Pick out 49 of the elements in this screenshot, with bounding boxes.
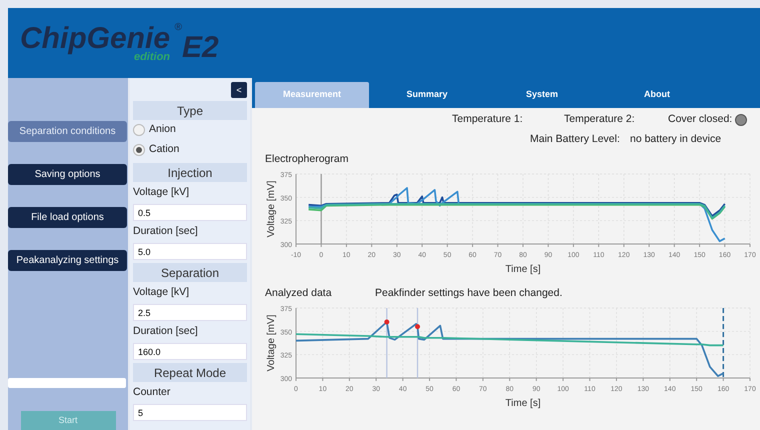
marker-line: [320, 174, 322, 244]
x-axis-label: Time [s]: [505, 264, 541, 275]
x-axis-label: Time [s]: [505, 398, 541, 408]
marker-line: [386, 308, 388, 378]
peak-dot: [384, 319, 390, 324]
nav-button[interactable]: Saving options: [8, 164, 127, 185]
section-header: Separation: [133, 263, 247, 282]
logo-model: E2: [182, 32, 219, 62]
radio-button[interactable]: [133, 124, 145, 136]
section-header: Type: [133, 101, 247, 120]
nav-button[interactable]: File load options: [8, 207, 127, 228]
tab[interactable]: System: [485, 82, 599, 108]
input-field[interactable]: 5: [133, 404, 247, 421]
tab[interactable]: Summary: [370, 82, 484, 108]
field-label: Duration [sec]: [133, 324, 199, 340]
temperature-1-label: Temperature 1:: [452, 112, 524, 128]
marker-line: [722, 308, 724, 378]
radio-button[interactable]: [133, 144, 145, 156]
y-axis-label: Voltage [mV]: [266, 314, 277, 371]
chart-title: Analyzed data: [265, 286, 333, 301]
section-header: Repeat Mode: [133, 363, 247, 382]
logo-edition: edition: [134, 52, 170, 62]
logo-mark: ®: [174, 20, 182, 34]
status-message: Peakfinder settings have been changed.: [375, 286, 562, 301]
input-field[interactable]: 5.0: [133, 243, 247, 260]
collapse-button[interactable]: <: [231, 82, 247, 98]
input-field[interactable]: 2.5: [133, 304, 247, 321]
section-header: Injection: [133, 163, 247, 182]
battery-value: no battery in device: [630, 132, 722, 148]
tab[interactable]: About: [600, 82, 714, 108]
field-label: Voltage [kV]: [133, 185, 190, 200]
radio-option[interactable]: Anion: [133, 120, 247, 140]
field-label: Voltage [kV]: [133, 285, 190, 300]
nav-button[interactable]: Separation conditions: [8, 121, 127, 142]
chart-title: Electropherogram: [265, 152, 350, 167]
field-label: Counter: [133, 385, 172, 400]
input-field[interactable]: 160.0: [133, 343, 247, 360]
battery-label: Main Battery Level:: [530, 132, 621, 148]
cover-label: Cover closed:: [668, 112, 732, 128]
peak-dot: [415, 324, 420, 329]
y-axis-label: Voltage [mV]: [266, 180, 277, 238]
input-field[interactable]: 0.5: [133, 204, 247, 221]
nav-button[interactable]: Peakanalyzing settings: [8, 250, 127, 271]
marker-line: [416, 308, 418, 378]
radio-option[interactable]: Cation: [133, 140, 247, 160]
logo-name: ChipGenie: [20, 24, 170, 54]
status-indicator-icon: [735, 114, 748, 126]
field-label: Duration [sec]: [133, 224, 199, 240]
temperature-2-label: Temperature 2:: [564, 112, 636, 128]
